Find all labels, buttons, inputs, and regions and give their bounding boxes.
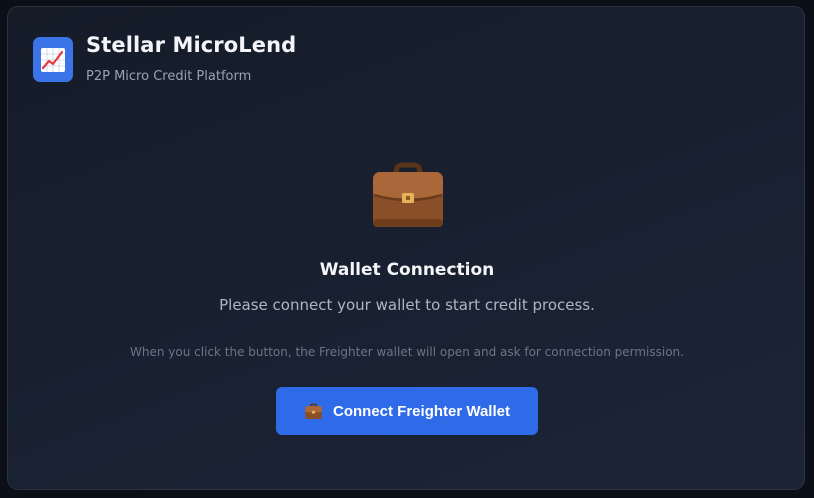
wallet-connection-description: Please connect your wallet to start cred… [219, 296, 595, 314]
app-subtitle: P2P Micro Credit Platform [86, 69, 252, 84]
connect-button-label: Connect Freighter Wallet [333, 402, 510, 420]
wallet-connection-title: Wallet Connection [319, 260, 495, 280]
app-title: Stellar MicroLend [86, 33, 297, 57]
briefcase-icon [373, 162, 443, 227]
wallet-connection-note: When you click the button, the Freighter… [130, 345, 684, 359]
logo [33, 37, 73, 82]
wallet-card: Stellar MicroLend P2P Micro Credit Platf… [7, 6, 805, 490]
chart-increasing-icon [41, 47, 65, 72]
connect-freighter-wallet-button[interactable]: Connect Freighter Wallet [276, 387, 538, 435]
briefcase-icon [305, 403, 322, 419]
